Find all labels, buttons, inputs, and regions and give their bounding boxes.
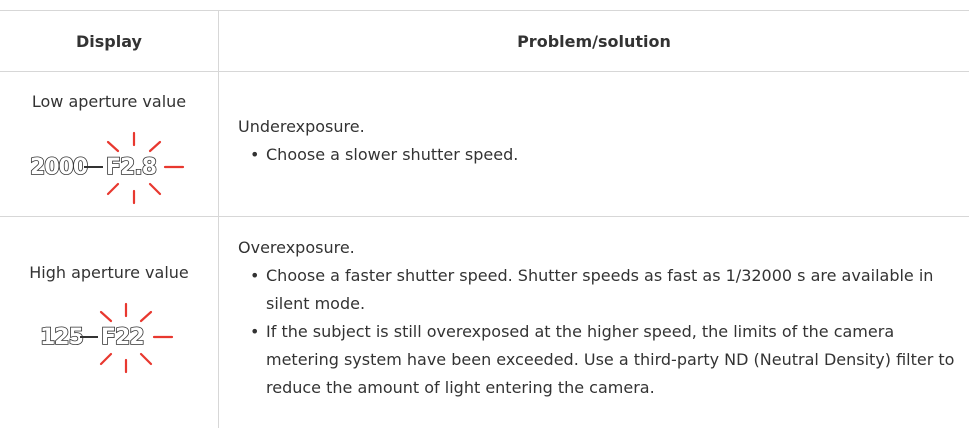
- solution-item: If the subject is still overexposed at t…: [250, 318, 958, 402]
- column-divider: [218, 10, 219, 428]
- solution-list: Choose a slower shutter speed.: [238, 141, 958, 169]
- row-divider: [0, 216, 969, 217]
- display-label-low-aperture: Low aperture value: [31, 92, 187, 111]
- lcd-shutter-value: 125: [40, 325, 83, 350]
- problem-text: Overexposure.: [238, 238, 355, 257]
- lcd-indicator-high-aperture: 125 F22: [0, 292, 218, 382]
- problem-cell-overexposure: Overexposure. Choose a faster shutter sp…: [238, 234, 958, 402]
- display-label-high-aperture: High aperture value: [29, 263, 189, 282]
- lcd-aperture-value: F22: [101, 325, 144, 350]
- header-display: Display: [76, 32, 142, 51]
- exposure-warning-table: Display Problem/solution Low aperture va…: [0, 10, 969, 428]
- solution-list: Choose a faster shutter speed. Shutter s…: [238, 262, 958, 402]
- solution-item: Choose a slower shutter speed.: [250, 141, 958, 169]
- problem-cell-underexposure: Underexposure. Choose a slower shutter s…: [238, 113, 958, 169]
- header-problem-solution: Problem/solution: [517, 32, 671, 51]
- problem-text: Underexposure.: [238, 117, 365, 136]
- solution-item: Choose a faster shutter speed. Shutter s…: [250, 262, 958, 318]
- lcd-aperture-value: F2.8: [106, 155, 156, 180]
- table-header-row: Display Problem/solution: [0, 10, 969, 72]
- lcd-shutter-value: 2000: [30, 155, 88, 180]
- lcd-indicator-low-aperture: 2000 F2.8: [0, 120, 218, 210]
